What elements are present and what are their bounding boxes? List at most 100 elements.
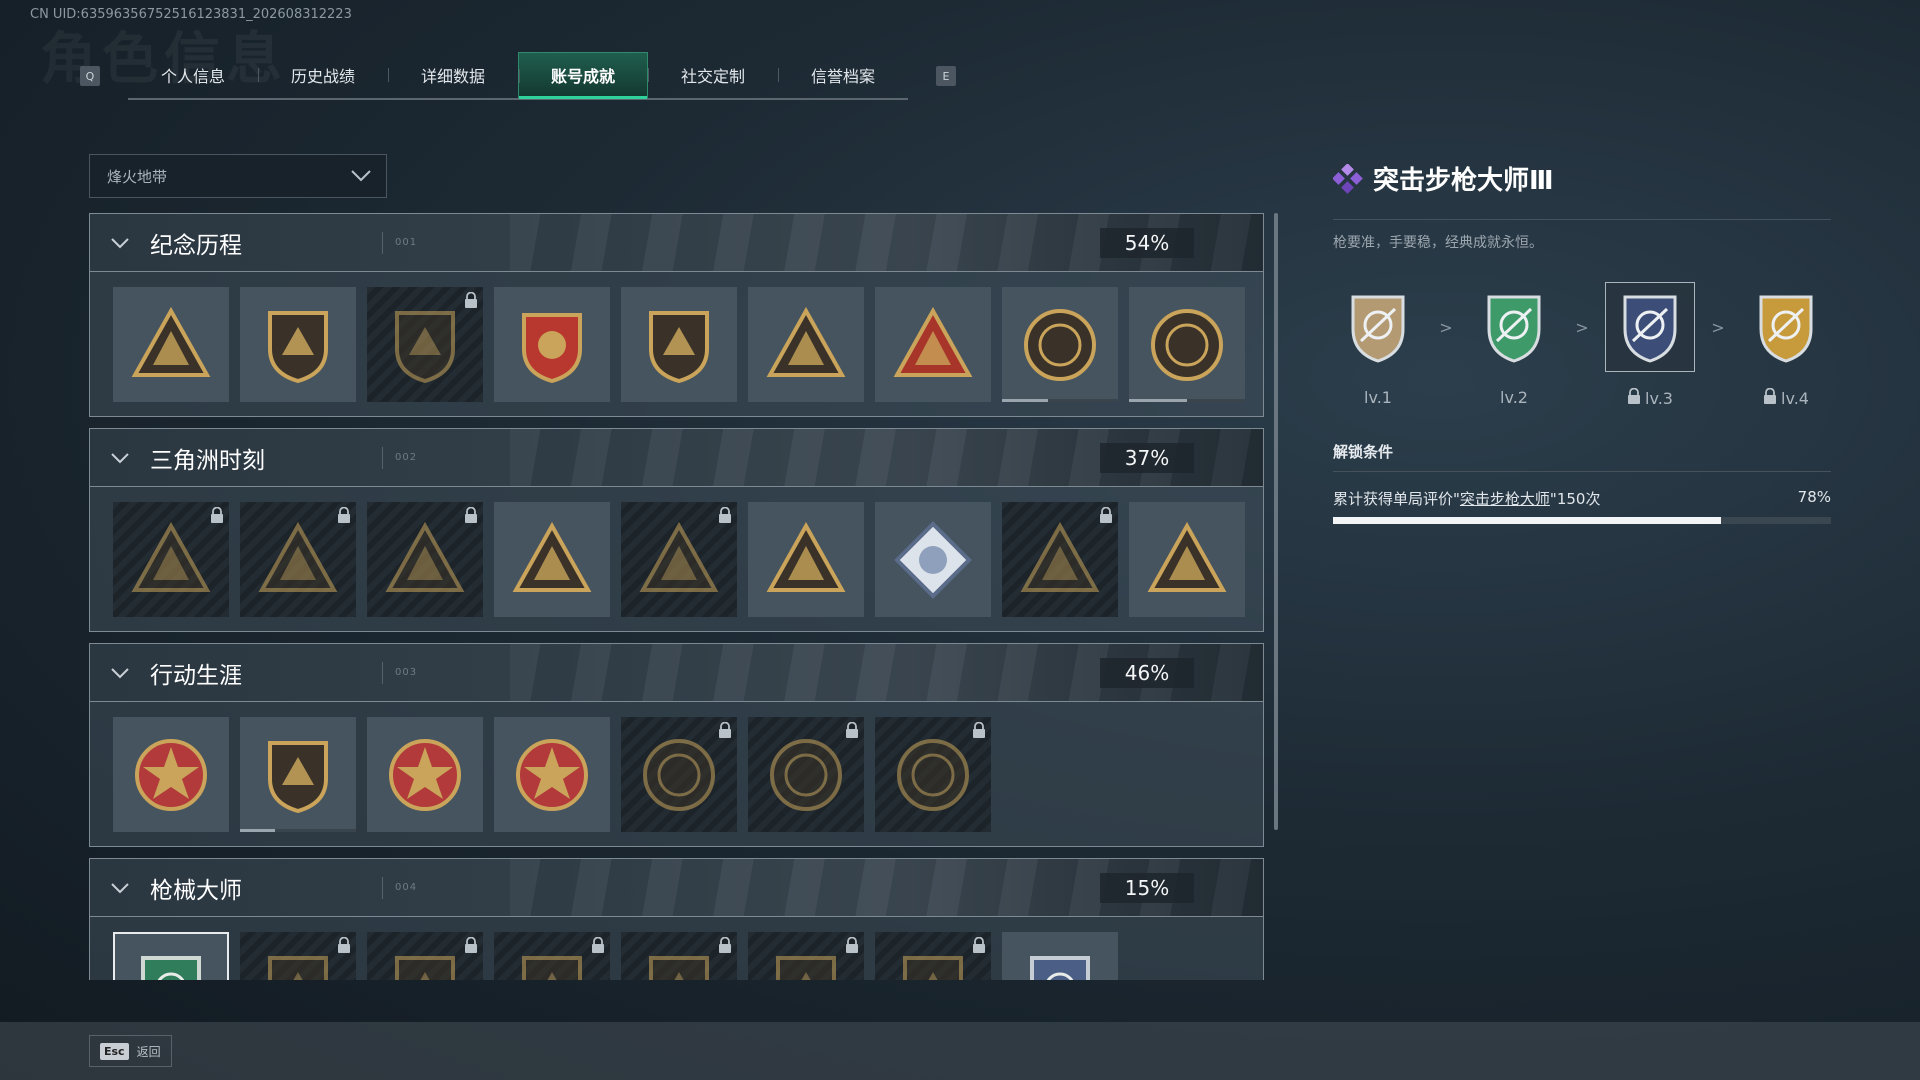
achievement-badge[interactable] bbox=[113, 717, 229, 832]
lock-icon bbox=[972, 721, 986, 743]
achievement-badge[interactable] bbox=[240, 932, 356, 980]
divider bbox=[1333, 219, 1831, 220]
condition-link[interactable]: 突击步枪大师 bbox=[1460, 490, 1550, 508]
achievement-badge[interactable] bbox=[1002, 502, 1118, 617]
achievement-badge[interactable] bbox=[113, 502, 229, 617]
achievement-badge[interactable] bbox=[875, 287, 991, 402]
badge-progress-bar bbox=[1129, 399, 1245, 402]
badge-progress-bar bbox=[1002, 399, 1118, 402]
category-header[interactable]: 枪械大师 004 15% bbox=[89, 858, 1264, 917]
category-title: 纪念历程 bbox=[150, 232, 242, 259]
achievement-badge[interactable] bbox=[1002, 287, 1118, 402]
achievement-badge[interactable] bbox=[240, 287, 356, 402]
badge-progress-bar bbox=[240, 829, 356, 832]
achievement-badge[interactable] bbox=[367, 717, 483, 832]
category-title: 行动生涯 bbox=[150, 662, 242, 689]
achievement-badge[interactable] bbox=[748, 932, 864, 980]
mode-select[interactable]: 烽火地带 bbox=[89, 154, 387, 198]
achievement-badge[interactable] bbox=[621, 502, 737, 617]
badge-grid bbox=[89, 702, 1264, 847]
lock-icon bbox=[845, 721, 859, 743]
divider bbox=[382, 446, 383, 469]
level-item[interactable]: lv.3 bbox=[1605, 282, 1695, 409]
tab-achievements[interactable]: 账号成就 bbox=[518, 52, 648, 99]
beast-triangle-icon bbox=[639, 521, 719, 592]
tab-detailed-data[interactable]: 详细数据 bbox=[388, 52, 518, 98]
next-tab-key-hint[interactable]: E bbox=[936, 66, 956, 86]
lock-icon bbox=[845, 936, 859, 958]
unlock-condition-title: 解锁条件 bbox=[1333, 443, 1394, 461]
achievement-badge[interactable] bbox=[621, 287, 737, 402]
achievement-badge[interactable] bbox=[113, 287, 229, 402]
achievement-badge[interactable] bbox=[875, 932, 991, 980]
gun-shield-icon bbox=[776, 955, 836, 980]
rifle-shield-icon bbox=[1741, 282, 1831, 372]
level-arrow: > bbox=[1575, 318, 1589, 337]
achievement-badge[interactable] bbox=[875, 502, 991, 617]
gun-shield-icon bbox=[522, 955, 582, 980]
collapse-chevron-icon[interactable] bbox=[90, 452, 150, 464]
achievement-badge[interactable] bbox=[494, 287, 610, 402]
collapse-chevron-icon[interactable] bbox=[90, 882, 150, 894]
achievement-badge[interactable] bbox=[621, 932, 737, 980]
tab-social[interactable]: 社交定制 bbox=[648, 52, 778, 98]
lock-icon bbox=[464, 936, 478, 958]
scrollbar[interactable] bbox=[1274, 213, 1278, 830]
divider bbox=[382, 876, 383, 899]
level-item[interactable]: lv.2 bbox=[1469, 282, 1559, 407]
lock-icon bbox=[1627, 387, 1641, 409]
category-percent: 46% bbox=[1100, 658, 1194, 688]
level-item[interactable]: lv.4 bbox=[1741, 282, 1831, 409]
tab-bar: Q 个人信息 历史战绩 详细数据 账号成就 社交定制 信誉档案 E bbox=[80, 52, 956, 100]
footer-bar bbox=[0, 1022, 1920, 1080]
level-item[interactable]: lv.1 bbox=[1333, 282, 1423, 407]
achievement-badge[interactable] bbox=[240, 502, 356, 617]
gun-shield-icon bbox=[268, 955, 328, 980]
back-button[interactable]: Esc 返回 bbox=[89, 1035, 172, 1067]
achievement-badge[interactable] bbox=[1002, 932, 1118, 980]
category-header[interactable]: 行动生涯 003 46% bbox=[89, 643, 1264, 702]
unlock-condition: 累计获得单局评价"突击步枪大师"150次 78% bbox=[1333, 488, 1831, 509]
collapse-chevron-icon[interactable] bbox=[90, 667, 150, 679]
rifle-shield-icon bbox=[1469, 282, 1559, 372]
achievement-badge[interactable] bbox=[748, 287, 864, 402]
achievement-category: 三角洲时刻 002 37% bbox=[89, 428, 1264, 632]
achievement-badge[interactable] bbox=[367, 932, 483, 980]
lock-icon bbox=[464, 291, 478, 313]
diamond-cluster-icon bbox=[1333, 163, 1363, 194]
prev-tab-key-hint[interactable]: Q bbox=[80, 66, 100, 86]
rose-diamond-icon bbox=[894, 520, 972, 599]
collapse-chevron-icon[interactable] bbox=[90, 237, 150, 249]
badge-grid bbox=[89, 272, 1264, 417]
achievement-badge[interactable] bbox=[1129, 287, 1245, 402]
achievement-badge[interactable] bbox=[367, 287, 483, 402]
category-percent: 37% bbox=[1100, 443, 1194, 473]
achievement-badge[interactable] bbox=[113, 932, 229, 980]
achievement-badge[interactable] bbox=[621, 717, 737, 832]
robot-triangle-icon bbox=[131, 521, 211, 592]
achievement-badge[interactable] bbox=[494, 717, 610, 832]
achievement-badge[interactable] bbox=[494, 502, 610, 617]
category-header[interactable]: 纪念历程 001 54% bbox=[89, 213, 1264, 272]
tab-personal-info[interactable]: 个人信息 bbox=[128, 52, 258, 98]
lock-icon bbox=[591, 936, 605, 958]
achievement-badge[interactable] bbox=[748, 717, 864, 832]
achievement-badge[interactable] bbox=[748, 502, 864, 617]
achievement-badge[interactable] bbox=[367, 502, 483, 617]
achievement-badge[interactable] bbox=[240, 717, 356, 832]
badge-progress-fill bbox=[240, 829, 275, 832]
tab-reputation[interactable]: 信誉档案 bbox=[778, 52, 908, 98]
rifle-shield-icon bbox=[1605, 282, 1695, 372]
divider bbox=[382, 231, 383, 254]
achievement-badge[interactable] bbox=[1129, 502, 1245, 617]
achievement-badge[interactable] bbox=[875, 717, 991, 832]
achievement-list[interactable]: 纪念历程 001 54% 三角洲时刻 002 37% 行动生涯 003 46% … bbox=[89, 213, 1264, 980]
category-header[interactable]: 三角洲时刻 002 37% bbox=[89, 428, 1264, 487]
detail-description: 枪要准，手要稳，经典成就永恒。 bbox=[1333, 235, 1543, 251]
shield-medal-icon bbox=[268, 740, 328, 813]
divider bbox=[382, 661, 383, 684]
achievement-category: 枪械大师 004 15% bbox=[89, 858, 1264, 980]
category-number: 003 bbox=[395, 667, 418, 678]
achievement-badge[interactable] bbox=[494, 932, 610, 980]
tab-history[interactable]: 历史战绩 bbox=[258, 52, 388, 98]
